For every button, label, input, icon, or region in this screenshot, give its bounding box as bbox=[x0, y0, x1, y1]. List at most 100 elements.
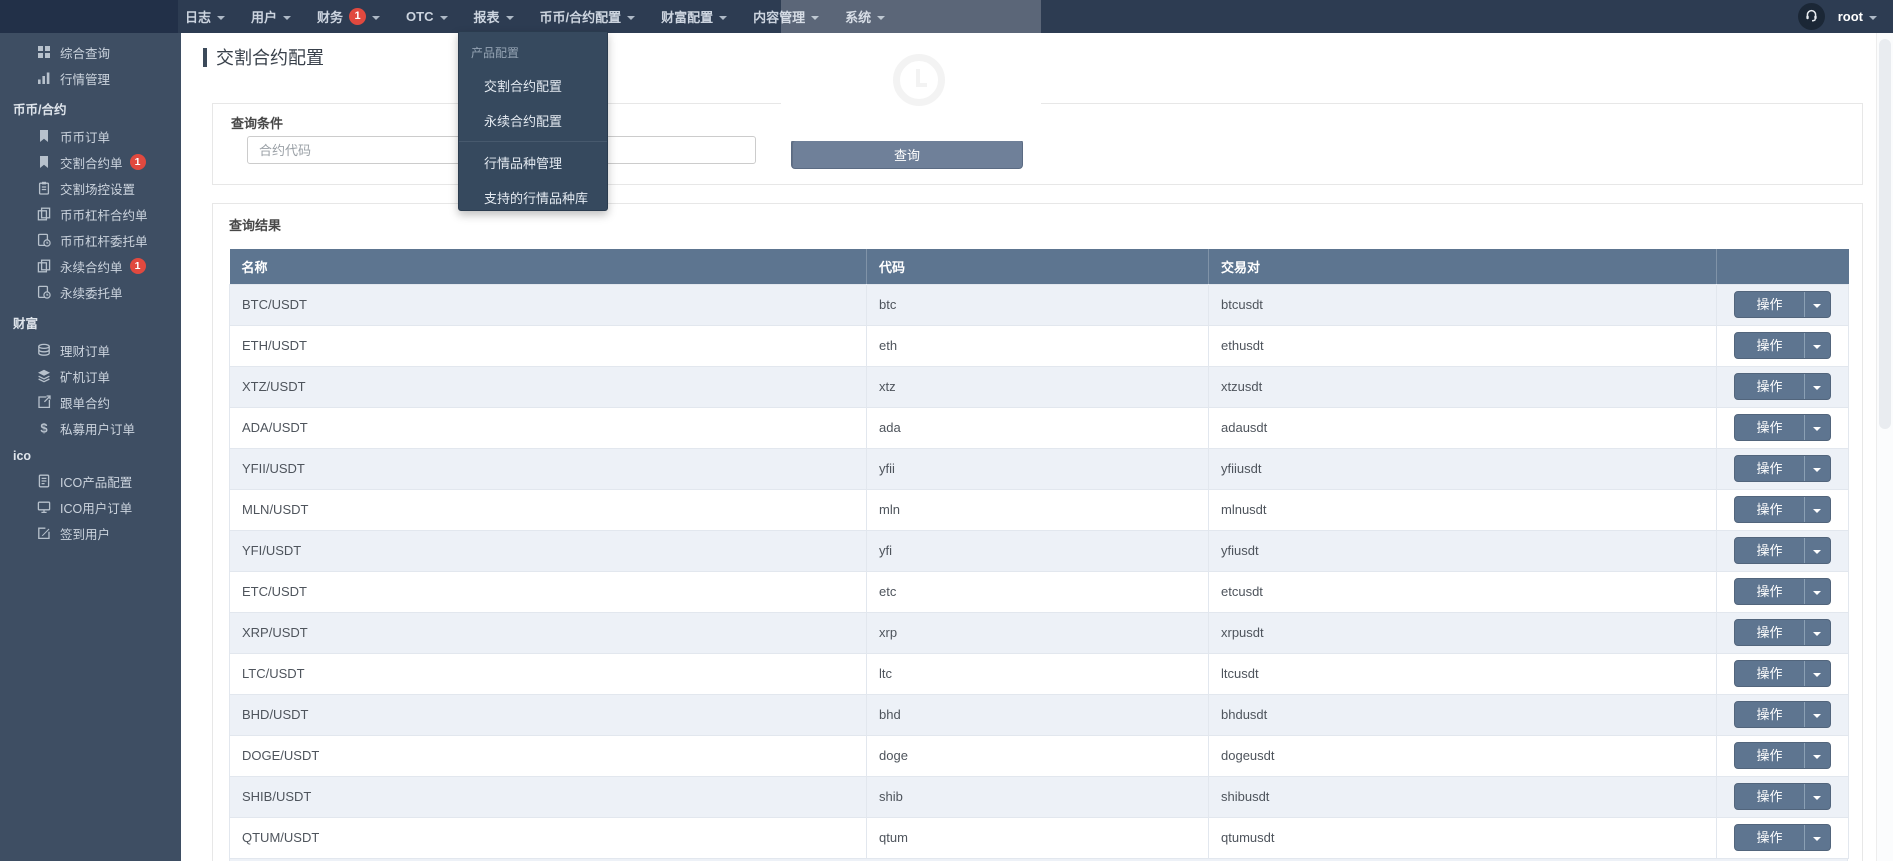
nav-menu-label: 财务 bbox=[317, 7, 343, 26]
nav-menu-5[interactable]: 报表 bbox=[461, 0, 527, 33]
cell-pair: ethusdt bbox=[1209, 325, 1717, 366]
sidebar-item-label: 币币订单 bbox=[60, 127, 110, 146]
nav-menu-label: 日志 bbox=[185, 7, 211, 26]
sidebar-item[interactable]: 币币杠杆委托单 bbox=[0, 227, 181, 253]
cell-name: LTC/USDT bbox=[230, 653, 867, 694]
row-action-button[interactable]: 操作 bbox=[1735, 702, 1803, 727]
table-row: XRP/USDTxrpxrpusdt操作 bbox=[230, 612, 1849, 653]
page-title: 交割合约配置 bbox=[216, 44, 324, 70]
nav-menu-label: 用户 bbox=[251, 7, 277, 26]
row-action-button[interactable]: 操作 bbox=[1735, 497, 1803, 522]
sidebar-item[interactable]: 矿机订单 bbox=[0, 363, 181, 389]
sidebar-item-label: 交割合约单 bbox=[60, 153, 123, 172]
nav-menu-label: 财富配置 bbox=[661, 7, 713, 26]
row-action-split-button: 操作 bbox=[1734, 578, 1830, 605]
cell-pair: etcusdt bbox=[1209, 571, 1717, 612]
sidebar-item[interactable]: 跟单合约 bbox=[0, 389, 181, 415]
row-action-dropdown-toggle[interactable] bbox=[1804, 456, 1830, 481]
row-action-dropdown-toggle[interactable] bbox=[1804, 292, 1830, 317]
support-button[interactable] bbox=[1798, 3, 1825, 30]
dropdown-item[interactable]: 支持的行情品种库 bbox=[459, 180, 607, 215]
nav-menu-4[interactable]: OTC bbox=[393, 0, 460, 33]
chevron-down-icon bbox=[1869, 16, 1877, 20]
row-action-dropdown-toggle[interactable] bbox=[1804, 415, 1830, 440]
sidebar-item[interactable]: 签到用户 bbox=[0, 520, 181, 546]
nav-dropdown-menu: 产品配置 交割合约配置永续合约配置行情品种管理支持的行情品种库 bbox=[458, 31, 608, 211]
row-action-dropdown-toggle[interactable] bbox=[1804, 661, 1830, 686]
cell-name: MLN/USDT bbox=[230, 489, 867, 530]
sidebar-item[interactable]: 行情管理 bbox=[0, 65, 181, 91]
nav-menu-2[interactable]: 用户 bbox=[238, 0, 304, 33]
dropdown-item[interactable]: 交割合约配置 bbox=[459, 68, 607, 103]
nav-menu-7[interactable]: 财富配置 bbox=[648, 0, 740, 33]
nav-menu-3[interactable]: 财务1 bbox=[304, 0, 393, 33]
row-action-button[interactable]: 操作 bbox=[1735, 415, 1803, 440]
row-action-button[interactable]: 操作 bbox=[1735, 661, 1803, 686]
sidebar-item[interactable]: 永续委托单 bbox=[0, 279, 181, 305]
row-action-dropdown-toggle[interactable] bbox=[1804, 825, 1830, 850]
scrollbar-thumb[interactable] bbox=[1879, 39, 1891, 429]
row-action-button[interactable]: 操作 bbox=[1735, 333, 1803, 358]
vertical-scrollbar[interactable] bbox=[1876, 33, 1893, 861]
row-action-button[interactable]: 操作 bbox=[1735, 620, 1803, 645]
row-action-button[interactable]: 操作 bbox=[1735, 579, 1803, 604]
chevron-down-icon bbox=[1813, 345, 1821, 349]
cell-pair: qtumusdt bbox=[1209, 817, 1717, 858]
file-text-icon bbox=[37, 474, 51, 488]
sidebar-item[interactable]: ICO用户订单 bbox=[0, 494, 181, 520]
sidebar-item[interactable]: 币币杠杆合约单 bbox=[0, 201, 181, 227]
dropdown-item[interactable]: 行情品种管理 bbox=[459, 145, 607, 180]
cell-code: doge bbox=[867, 735, 1209, 776]
search-button[interactable]: 查询 bbox=[791, 139, 1023, 169]
sidebar-item[interactable]: ICO产品配置 bbox=[0, 468, 181, 494]
row-action-button[interactable]: 操作 bbox=[1735, 743, 1803, 768]
sidebar-item[interactable]: 理财订单 bbox=[0, 337, 181, 363]
bookmark-icon bbox=[37, 129, 51, 143]
cell-code: xrp bbox=[867, 612, 1209, 653]
chevron-down-icon bbox=[1813, 755, 1821, 759]
row-action-dropdown-toggle[interactable] bbox=[1804, 538, 1830, 563]
dropdown-item[interactable]: 永续合约配置 bbox=[459, 103, 607, 138]
sidebar-item[interactable]: $私募用户订单 bbox=[0, 415, 181, 441]
row-action-dropdown-toggle[interactable] bbox=[1804, 784, 1830, 809]
cell-code: btc bbox=[867, 284, 1209, 325]
sidebar-item[interactable]: 永续合约单1 bbox=[0, 253, 181, 279]
sidebar-item[interactable]: 币币订单 bbox=[0, 123, 181, 149]
sidebar-item-label: 永续委托单 bbox=[60, 283, 123, 302]
row-action-dropdown-toggle[interactable] bbox=[1804, 497, 1830, 522]
sidebar: 综合查询行情管理币币/合约币币订单交割合约单1交割场控设置币币杠杆合约单币币杠杆… bbox=[0, 33, 181, 861]
row-action-button[interactable]: 操作 bbox=[1735, 784, 1803, 809]
nav-menu-6[interactable]: 币币/合约配置 bbox=[527, 0, 649, 33]
cell-name: YFII/USDT bbox=[230, 448, 867, 489]
row-action-button[interactable]: 操作 bbox=[1735, 538, 1803, 563]
cell-pair: btcusdt bbox=[1209, 284, 1717, 325]
row-action-dropdown-toggle[interactable] bbox=[1804, 702, 1830, 727]
sidebar-item[interactable]: 交割场控设置 bbox=[0, 175, 181, 201]
user-menu[interactable]: root bbox=[1838, 9, 1877, 24]
chevron-down-icon bbox=[1813, 427, 1821, 431]
row-action-button[interactable]: 操作 bbox=[1735, 456, 1803, 481]
cell-name: SHIB/USDT bbox=[230, 776, 867, 817]
cell-code: ada bbox=[867, 407, 1209, 448]
row-action-button[interactable]: 操作 bbox=[1735, 292, 1803, 317]
nav-menu-label: OTC bbox=[406, 9, 433, 24]
table-row: ETC/USDTetcetcusdt操作 bbox=[230, 571, 1849, 612]
cell-code: qtum bbox=[867, 817, 1209, 858]
row-action-dropdown-toggle[interactable] bbox=[1804, 374, 1830, 399]
sidebar-item[interactable]: 交割合约单1 bbox=[0, 149, 181, 175]
cell-pair: yfiiusdt bbox=[1209, 448, 1717, 489]
row-action-split-button: 操作 bbox=[1734, 619, 1830, 646]
sidebar-section-header: ico bbox=[0, 441, 181, 468]
row-action-button[interactable]: 操作 bbox=[1735, 825, 1803, 850]
sidebar-item[interactable]: 综合查询 bbox=[0, 39, 181, 65]
results-table-body: BTC/USDTbtcbtcusdt操作ETH/USDTethethusdt操作… bbox=[230, 284, 1849, 858]
cell-pair: dogeusdt bbox=[1209, 735, 1717, 776]
nav-menu-1[interactable]: 日志 bbox=[172, 0, 238, 33]
cell-name: DOGE/USDT bbox=[230, 735, 867, 776]
row-action-dropdown-toggle[interactable] bbox=[1804, 620, 1830, 645]
row-action-dropdown-toggle[interactable] bbox=[1804, 579, 1830, 604]
chevron-down-icon bbox=[1813, 714, 1821, 718]
row-action-button[interactable]: 操作 bbox=[1735, 374, 1803, 399]
row-action-dropdown-toggle[interactable] bbox=[1804, 333, 1830, 358]
row-action-dropdown-toggle[interactable] bbox=[1804, 743, 1830, 768]
